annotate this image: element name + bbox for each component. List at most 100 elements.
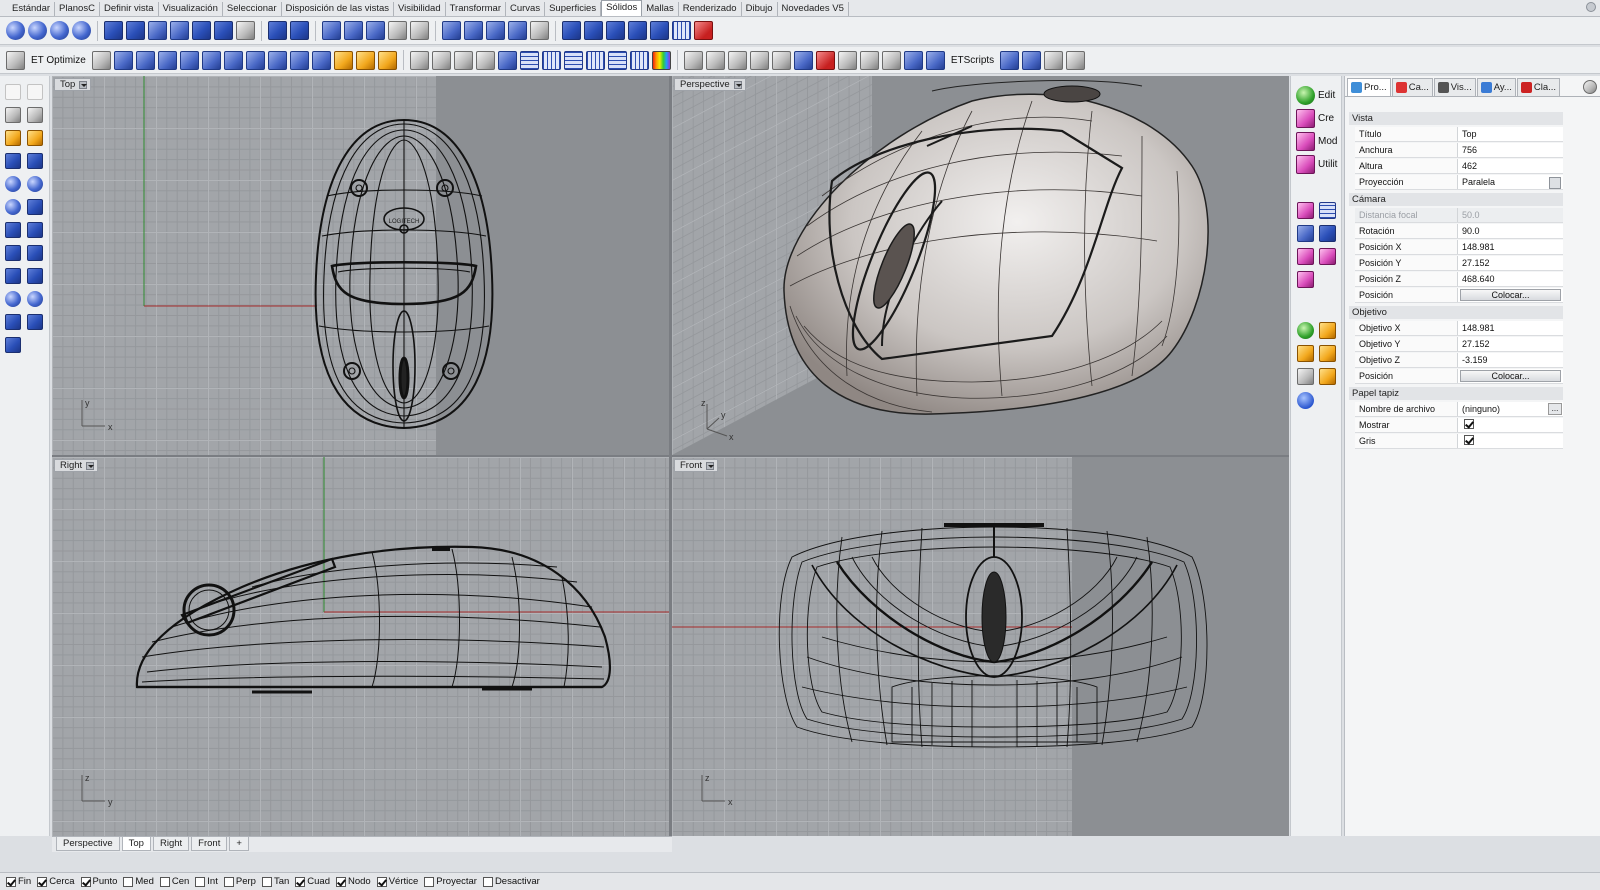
transform-icon[interactable] — [1297, 202, 1314, 219]
solid-edit-icon[interactable] — [464, 21, 483, 40]
mesh-grid-icon[interactable] — [541, 50, 561, 70]
box-icon[interactable] — [104, 21, 123, 40]
point-icon[interactable] — [1319, 322, 1336, 339]
help-icon[interactable] — [1297, 392, 1314, 409]
tab-seleccionar[interactable]: Seleccionar — [223, 2, 282, 16]
tool-icon[interactable] — [453, 50, 473, 70]
solid-edit-icon[interactable] — [113, 50, 133, 70]
row-objpos[interactable]: Posición Colocar... — [1355, 369, 1563, 384]
solid-edit-icon[interactable] — [170, 21, 189, 40]
add-viewport-tab[interactable]: + — [229, 837, 249, 851]
chevron-down-icon[interactable] — [733, 80, 742, 89]
mesh-grid-icon[interactable] — [672, 21, 691, 40]
checkbox[interactable] — [123, 876, 134, 887]
tab-definir-vista[interactable]: Definir vista — [100, 2, 159, 16]
edit-button[interactable]: Edit — [1296, 86, 1335, 105]
tool-icon[interactable] — [236, 21, 255, 40]
tab-visibilidad[interactable]: Visibilidad — [394, 2, 446, 16]
solid-edit-icon[interactable] — [1297, 225, 1314, 242]
tab-curvas[interactable]: Curvas — [506, 2, 546, 16]
tool-icon[interactable] — [749, 50, 769, 70]
row-objx[interactable]: Objetivo X 148.981 — [1355, 321, 1563, 336]
solid-edit-icon[interactable] — [201, 50, 221, 70]
tool-icon[interactable] — [410, 21, 429, 40]
row-posy[interactable]: Posición Y 27.152 — [1355, 256, 1563, 271]
box-icon[interactable] — [628, 21, 647, 40]
props-tab-1[interactable]: Ca... — [1391, 78, 1433, 96]
osnap-fin[interactable]: Fin — [6, 876, 31, 887]
sphere-icon[interactable] — [72, 21, 91, 40]
checkbox[interactable] — [80, 876, 91, 887]
solid-edit-icon[interactable] — [289, 50, 309, 70]
viewport-front[interactable]: Front z x — [672, 457, 1289, 836]
box-icon[interactable] — [5, 268, 21, 284]
tool-icon[interactable] — [475, 50, 495, 70]
create-button[interactable]: Cre — [1296, 109, 1334, 128]
solid-edit-icon[interactable] — [135, 50, 155, 70]
box-icon[interactable] — [5, 337, 21, 353]
power-icon[interactable] — [1297, 322, 1314, 339]
tab-renderizado[interactable]: Renderizado — [679, 2, 742, 16]
osnap-punto[interactable]: Punto — [80, 876, 117, 887]
tool-icon[interactable] — [431, 50, 451, 70]
solid-edit-icon[interactable] — [366, 21, 385, 40]
row-titulo[interactable]: Título Top — [1355, 127, 1563, 142]
value[interactable]: Top — [1458, 127, 1563, 141]
tool-icon[interactable] — [1066, 50, 1086, 70]
value[interactable]: 27.152 — [1458, 256, 1563, 270]
props-tab-4[interactable]: Cla... — [1516, 78, 1561, 96]
osnap-cerca[interactable]: Cerca — [37, 876, 75, 887]
tool-icon[interactable] — [1297, 368, 1314, 385]
row-posicion[interactable]: Posición Colocar... — [1355, 288, 1563, 303]
solid-edit-icon[interactable] — [1022, 50, 1042, 70]
solid-edit-icon[interactable] — [179, 50, 199, 70]
props-tab-3[interactable]: Ay... — [1476, 78, 1516, 96]
box-icon[interactable] — [650, 21, 669, 40]
viewport-front-label[interactable]: Front — [674, 459, 719, 472]
modify-button[interactable]: Mod — [1296, 132, 1337, 151]
tab-novedades-v5[interactable]: Novedades V5 — [778, 2, 849, 16]
mesh-icon[interactable] — [607, 50, 627, 70]
osnap-cuad[interactable]: Cuad — [295, 876, 330, 887]
row-objz[interactable]: Objetivo Z -3.159 — [1355, 353, 1563, 368]
checkbox[interactable] — [376, 876, 387, 887]
row-objy[interactable]: Objetivo Y 27.152 — [1355, 337, 1563, 352]
sphere-icon[interactable] — [28, 21, 47, 40]
point-icon[interactable] — [377, 50, 397, 70]
box-icon[interactable] — [268, 21, 287, 40]
place-camera-button[interactable]: Colocar... — [1460, 289, 1561, 301]
tool-icon[interactable] — [837, 50, 857, 70]
box-icon[interactable] — [562, 21, 581, 40]
row-posz[interactable]: Posición Z 468.640 — [1355, 272, 1563, 287]
tab-dibujo[interactable]: Dibujo — [742, 2, 778, 16]
mesh-grid-icon[interactable] — [585, 50, 605, 70]
osnap-proyectar[interactable]: Proyectar — [424, 876, 477, 887]
osnap-med[interactable]: Med — [123, 876, 154, 887]
viewport-top-label[interactable]: Top — [54, 78, 92, 91]
gear-icon[interactable] — [1583, 80, 1597, 94]
value[interactable]: 462 — [1458, 159, 1563, 173]
value[interactable]: 148.981 — [1458, 321, 1563, 335]
tab-visualización[interactable]: Visualización — [159, 2, 223, 16]
osnap-nodo[interactable]: Nodo — [335, 876, 371, 887]
mesh-grid-icon[interactable] — [629, 50, 649, 70]
solid-edit-icon[interactable] — [311, 50, 331, 70]
value[interactable]: 756 — [1458, 143, 1563, 157]
optimize-icon[interactable] — [6, 50, 25, 70]
props-tab-0[interactable]: Pro... — [1347, 78, 1391, 96]
solid-edit-icon[interactable] — [267, 50, 287, 70]
solid-edit-icon[interactable] — [793, 50, 813, 70]
sphere-icon[interactable] — [5, 199, 21, 215]
checkbox[interactable] — [482, 876, 493, 887]
box-icon[interactable] — [27, 268, 43, 284]
solid-edit-icon[interactable] — [925, 50, 945, 70]
tool-icon[interactable] — [409, 50, 429, 70]
checkbox[interactable] — [159, 876, 170, 887]
solid-edit-icon[interactable] — [1000, 50, 1020, 70]
solid-edit-icon[interactable] — [497, 50, 517, 70]
box-icon[interactable] — [584, 21, 603, 40]
checkbox[interactable] — [37, 876, 48, 887]
tab-transformar[interactable]: Transformar — [446, 2, 506, 16]
viewport-right[interactable]: Right z y — [52, 457, 669, 836]
point-icon[interactable] — [27, 130, 43, 146]
